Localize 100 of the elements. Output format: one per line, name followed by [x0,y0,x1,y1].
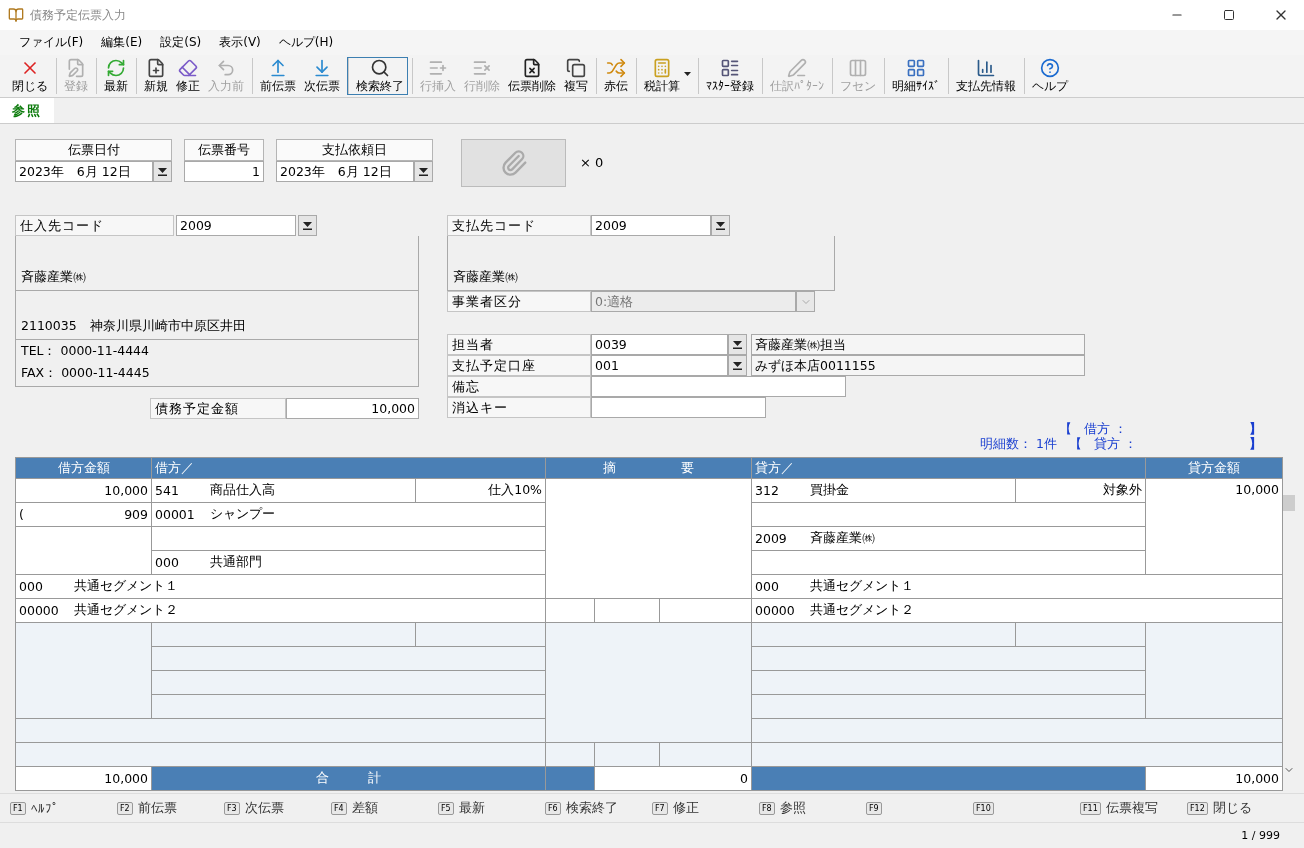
code-field[interactable]: 2009 [591,215,711,236]
balance-label: 貸方 ： [1094,436,1137,451]
tab[interactable]: 参照 [0,98,54,123]
empty-cell[interactable] [752,647,1145,670]
toolbar-button[interactable]: ヘルプ [1023,57,1072,95]
field-label: 備忘 [447,376,591,397]
date-field[interactable]: 2023年 6月 12日 [15,161,153,182]
empty-cell[interactable] [1146,623,1282,718]
staff-name: 斉藤産業㈱担当 [751,334,1085,355]
toolbar-button[interactable]: 修正 [172,57,204,95]
menu-item[interactable]: ファイル(F) [10,34,93,51]
toolbar-button[interactable]: 最新 [95,57,132,95]
code-text: 000 [755,579,780,594]
toolbar-button[interactable]: 閉じる [8,57,52,95]
table-cell: 仕入10% [416,479,545,502]
bracket-text: 【 [1069,436,1082,451]
edit-file-icon [66,58,86,78]
toolbar-button[interactable]: ﾏｽﾀｰ登録 [697,57,758,95]
function-key-button[interactable]: 前伝票 [137,799,177,817]
code-text: 2009 [755,531,788,546]
caret-icon [303,221,312,230]
paren-text: ( [19,507,24,522]
clear-key-field[interactable] [591,397,766,418]
calculator-icon [652,58,672,78]
memo-field[interactable] [591,376,846,397]
key-cap: F6 [545,801,561,815]
name-text: 斉藤産業㈱ [810,530,875,547]
toolbar-button[interactable]: 前伝票 [251,57,300,95]
dropdown-button[interactable] [728,355,747,376]
key-cap: F7 [652,801,668,815]
toolbar-button[interactable]: 検索終了 [347,57,408,95]
date-field[interactable]: 2023年 6月 12日 [276,161,414,182]
attachment-count: × 0 [580,155,604,170]
dropdown-button[interactable] [414,161,433,182]
dropdown-button[interactable] [298,215,317,236]
key-cap: F2 [117,801,133,815]
key-cap: F3 [224,801,240,815]
new-file-icon [146,58,166,78]
arrow-up-icon [268,58,288,78]
toolbar-button[interactable]: 複写 [560,57,592,95]
attachment-button[interactable] [461,139,566,187]
function-key-button[interactable]: 修正 [672,799,699,817]
total-cell: 0 [595,767,751,790]
toolbar-button[interactable]: 支払先情報 [947,57,1020,95]
function-key-button[interactable]: 差額 [351,799,378,817]
menu-item[interactable]: ヘルプ(H) [269,34,343,51]
empty-cell[interactable] [16,623,151,718]
detail-count: 明細数： 1件 [980,436,1057,451]
bracket-text: 】 [1249,421,1262,436]
function-key-button[interactable]: 伝票複写 [1105,799,1158,817]
code-text: 00001 [155,507,196,522]
empty-cell[interactable] [752,671,1145,694]
code-field[interactable]: 001 [591,355,728,376]
dropdown-button[interactable] [711,215,730,236]
code-field[interactable]: 2009 [176,215,296,236]
field-label: 支払依頼日 [276,139,433,161]
function-key-button[interactable]: 次伝票 [244,799,284,817]
empty-cell[interactable] [152,695,545,718]
file-x-icon [522,58,542,78]
number-field[interactable]: 1 [184,161,264,182]
scroll-thumb[interactable] [1283,495,1295,511]
dropdown-button[interactable] [153,161,172,182]
empty-cell[interactable] [546,623,751,742]
table-cell: 対象外 [1016,479,1145,502]
toolbar-button[interactable]: 赤伝 [595,57,632,95]
key-cap: F12 [1187,801,1208,815]
code-text: 312 [755,483,780,498]
function-key-button[interactable]: 閉じる [1212,799,1252,817]
dropdown-button[interactable] [728,334,747,355]
menu-item[interactable]: 表示(V) [210,34,270,51]
toolbar-button[interactable]: 伝票削除 [504,57,560,95]
toolbar-button[interactable]: 新規 [135,57,172,95]
caret-icon [684,72,691,76]
function-key-button[interactable]: ﾍﾙﾌﾟ [30,800,59,816]
table-cell: 10,000 [16,479,151,502]
function-key-button[interactable]: 検索終了 [565,799,618,817]
bar-chart-icon [976,58,996,78]
key-cap: F5 [438,801,454,815]
fax-text: FAX： 0000-11-4445 [21,365,151,382]
refresh-icon [106,58,126,78]
toolbar-button[interactable]: 明細ｻｲｽﾞ [883,57,944,95]
menu-item[interactable]: 設定(S) [151,34,211,51]
empty-cell[interactable] [752,695,1145,718]
field-label: 債務予定金額 [150,398,286,419]
field-label: 伝票番号 [184,139,264,161]
toolbar-button[interactable]: 税計算 [635,57,694,95]
function-key-button[interactable]: 参照 [779,799,806,817]
field-label: 消込キー [447,397,591,418]
menu-item[interactable]: 編集(E) [92,34,152,51]
code-text: 541 [155,483,180,498]
amount-field[interactable]: 10,000 [285,398,419,419]
empty-cell[interactable] [752,719,1282,742]
empty-cell[interactable] [152,671,545,694]
function-key-button[interactable]: 最新 [458,799,485,817]
empty-cell[interactable] [152,647,545,670]
key-cap: F9 [866,801,882,815]
name-text: 買掛金 [810,482,849,499]
code-field[interactable]: 0039 [591,334,728,355]
toolbar-button[interactable]: 次伝票 [300,57,344,95]
empty-cell[interactable] [16,719,545,742]
